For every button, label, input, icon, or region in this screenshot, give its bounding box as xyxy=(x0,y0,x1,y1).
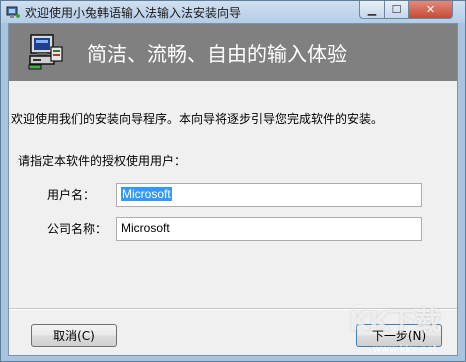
close-button[interactable]: ✕ xyxy=(408,1,453,19)
company-name-value: Microsoft xyxy=(121,221,170,235)
window-title: 欢迎使用小兔韩语输入法输入法安装向导 xyxy=(25,6,242,20)
installer-app-icon xyxy=(6,6,20,18)
next-button-label: 下一步(N) xyxy=(371,329,427,343)
wizard-client-area: 简洁、流畅、自由的输入体验 欢迎使用我们的安装向导程序。本向导将逐步引导您完成软… xyxy=(8,23,458,356)
installer-computer-icon xyxy=(28,34,63,70)
banner-title: 简洁、流畅、自由的输入体验 xyxy=(87,42,347,66)
cancel-button[interactable]: 取消(C) xyxy=(31,324,117,347)
footer-divider xyxy=(9,308,457,310)
title-bar[interactable]: 欢迎使用小兔韩语输入法输入法安装向导 ▁ ☐ ✕ xyxy=(1,1,465,23)
user-name-label: 用户名： xyxy=(47,188,96,202)
maximize-icon: ☐ xyxy=(391,3,402,16)
minimize-icon: ▁ xyxy=(367,3,377,16)
maximize-button[interactable]: ☐ xyxy=(384,1,409,19)
minimize-button[interactable]: ▁ xyxy=(359,1,385,19)
company-name-input[interactable]: Microsoft xyxy=(116,217,422,241)
user-name-input[interactable]: Microsoft xyxy=(116,183,422,207)
user-name-value: Microsoft xyxy=(121,187,172,201)
company-name-label: 公司名称： xyxy=(47,222,108,236)
welcome-text: 欢迎使用我们的安装向导程序。本向导将逐步引导您完成软件的安装。 xyxy=(11,112,384,126)
installer-window: 欢迎使用小兔韩语输入法输入法安装向导 ▁ ☐ ✕ 简洁、流畅、自由的输入体验 欢… xyxy=(0,0,466,362)
cancel-button-label: 取消(C) xyxy=(53,329,95,343)
next-button[interactable]: 下一步(N) xyxy=(356,324,442,347)
close-icon: ✕ xyxy=(425,3,436,16)
license-section-label: 请指定本软件的授权使用用户： xyxy=(18,154,187,168)
wizard-banner: 简洁、流畅、自由的输入体验 xyxy=(9,24,457,81)
